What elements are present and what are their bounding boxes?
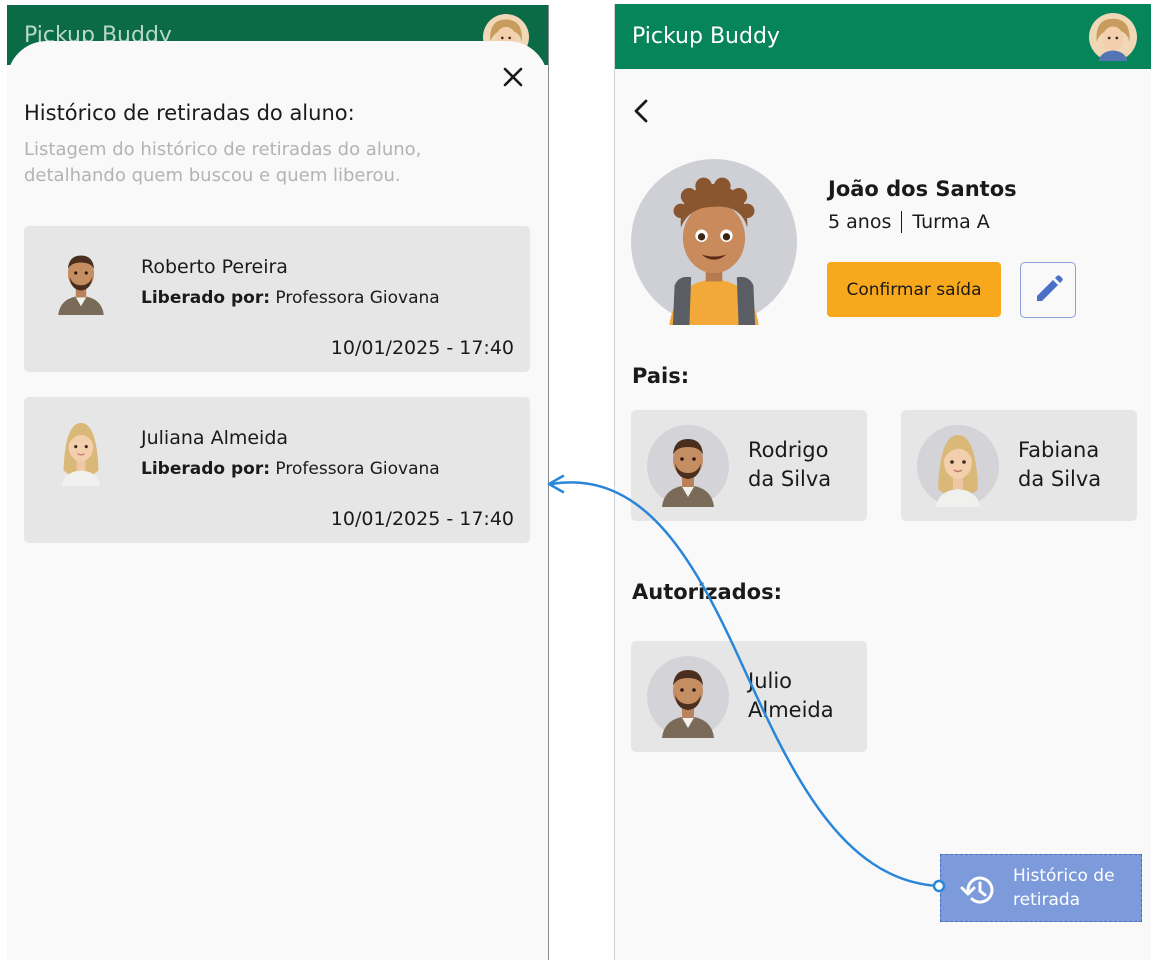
pickup-datetime: 10/01/2025 - 17:40 [330,508,514,530]
app-title: Pickup Buddy [632,24,780,49]
authorized-card[interactable]: Julio Almeida [631,641,867,752]
student-screen: Pickup Buddy João dos Santos 5 anos Turm… [614,4,1151,960]
meta-divider [901,211,903,233]
student-class: Turma A [912,211,990,233]
back-arrow-icon[interactable] [627,96,657,126]
edit-button[interactable] [1020,262,1076,318]
connector-arrowhead [547,474,565,494]
authorized-heading: Autorizados: [632,580,782,604]
app-bar: Pickup Buddy [615,4,1151,69]
picked-up-by-name: Roberto Pereira [141,256,288,278]
parent-card[interactable]: Rodrigo da Silva [631,410,867,521]
picked-up-by-name: Juliana Almeida [141,427,289,449]
woman-avatar-icon [917,425,999,512]
child-avatar-icon [631,159,797,330]
released-by-name: Professora Giovana [275,288,440,308]
history-button[interactable]: Histórico de retirada [940,854,1142,922]
parent-name: Fabiana da Silva [1018,438,1102,491]
confirm-pickup-button[interactable]: Confirmar saída [827,262,1001,317]
history-icon [958,872,998,913]
man-avatar-icon [647,425,729,512]
released-by-label: Liberado por: [141,288,271,308]
man-avatar-icon [647,656,729,743]
released-by-name: Professora Giovana [275,459,440,479]
history-record[interactable]: Juliana Almeida Liberado por: Professora… [24,397,530,543]
released-by: Liberado por: Professora Giovana [141,459,440,479]
pencil-icon [1037,275,1063,301]
student-age: 5 anos [828,211,892,233]
parents-heading: Pais: [632,364,690,388]
man-avatar-icon [46,240,116,325]
authorized-name: Julio Almeida [748,669,834,722]
sheet-title: Histórico de retiradas do aluno: [24,101,355,125]
user-avatar-icon[interactable] [1089,13,1137,66]
student-meta: 5 anos Turma A [828,211,990,233]
history-bottom-sheet: Histórico de retiradas do aluno: Listage… [7,41,548,960]
parent-name: Rodrigo da Silva [748,438,832,491]
history-button-label: Histórico de retirada [1013,866,1115,910]
history-screen: Pickup Buddy Histórico de retiradas do a… [7,5,549,960]
student-name: João dos Santos [828,177,1017,201]
woman-avatar-icon [46,411,116,496]
pickup-datetime: 10/01/2025 - 17:40 [330,337,514,359]
released-by: Liberado por: Professora Giovana [141,288,440,308]
parent-card[interactable]: Fabiana da Silva [901,410,1137,521]
history-record[interactable]: Roberto Pereira Liberado por: Professora… [24,226,530,372]
close-icon[interactable] [499,63,527,91]
sheet-subtitle: Listagem do histórico de retiradas do al… [24,139,422,186]
released-by-label: Liberado por: [141,459,271,479]
